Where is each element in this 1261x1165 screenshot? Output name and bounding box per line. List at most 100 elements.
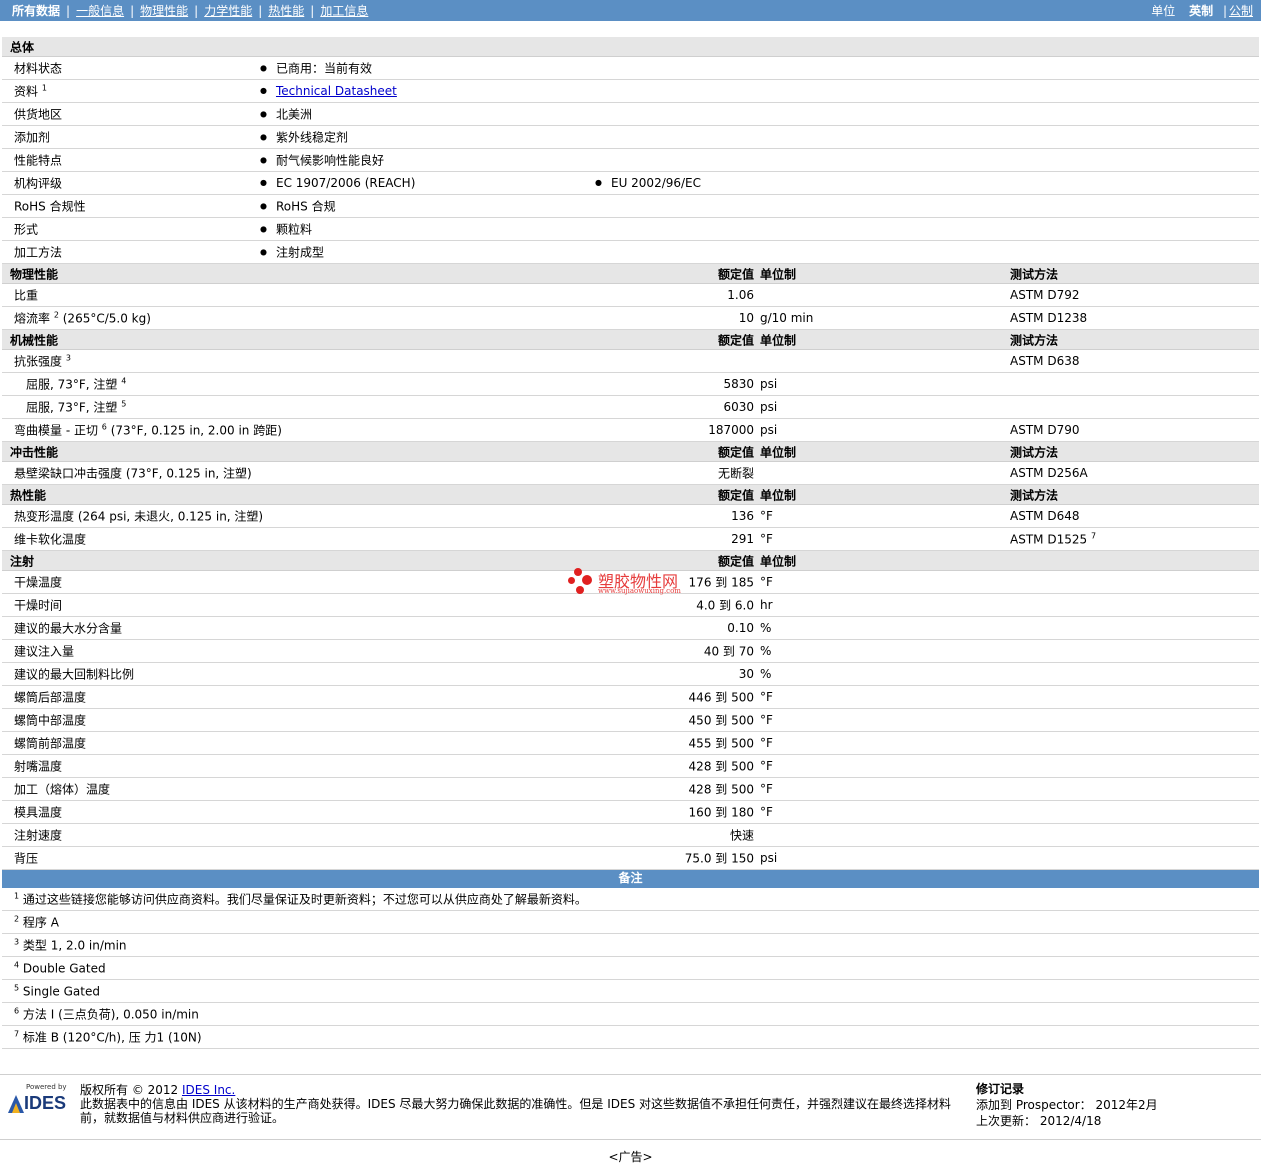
property-row: 射嘴温度 428 到 500 °F xyxy=(2,755,1259,778)
property-label: 射嘴温度 xyxy=(14,758,62,775)
section-title: 机械性能 xyxy=(10,333,59,347)
property-row: 热变形温度 (264 psi, 未退火, 0.125 in, 注塑) 136 °F A… xyxy=(2,505,1259,528)
test-method: ASTM D790 xyxy=(1010,423,1079,437)
copyright-text: 版权所有 © 2012 xyxy=(80,1083,182,1097)
general-row: 供货地区 北美洲 xyxy=(2,103,1259,126)
note-row: 3 类型 1, 2.0 in/min xyxy=(2,934,1259,957)
note-content: 通过这些链接您能够访问供应商资料。我们尽量保证及时更新资料；不过您可以从供应商处… xyxy=(22,892,587,907)
header-unit: 单位制 xyxy=(760,267,797,281)
property-label-text: 模具温度 xyxy=(14,805,63,820)
section-header: 热性能 额定值 单位制 测试方法 xyxy=(2,485,1259,505)
property-label-text: 性能特点 xyxy=(14,153,63,168)
ides-inc-link[interactable]: IDES Inc. xyxy=(182,1083,235,1097)
header-value: 额定值 xyxy=(717,267,754,281)
property-label: 加工方法 xyxy=(14,244,62,261)
test-method-text: ASTM D792 xyxy=(1010,288,1080,302)
property-condition: (73°F, 0.125 in, 2.00 in 跨距) xyxy=(106,423,282,438)
header-test-method: 测试方法 xyxy=(1010,445,1059,459)
section-tabs: 所有数据 | 一般信息 | 物理性能 | 力学性能 | 热性能 | 加工信息 xyxy=(12,2,368,19)
property-row: 螺筒前部温度 455 到 500 °F xyxy=(2,732,1259,755)
datasheet-table: 总体材料状态 已商用：当前有效资料 1 Technical Datasheet 供货地… xyxy=(2,37,1259,1049)
test-method-text: ASTM D256A xyxy=(1010,466,1088,480)
general-row: 形式 颗粒料 xyxy=(2,218,1259,241)
tab-separator: | xyxy=(130,4,135,18)
header-value: 额定值 xyxy=(717,445,754,459)
property-condition: (264 psi, 未退火, 0.125 in, 注塑) xyxy=(74,509,264,524)
tab-4[interactable]: 热性能 xyxy=(268,4,304,18)
bullet-item: EU 2002/96/EC xyxy=(595,176,701,190)
property-label-text: 维卡软化温度 xyxy=(14,532,87,547)
property-value: 455 到 500 xyxy=(688,736,754,751)
general-row: RoHS 合规性 RoHS 合规 xyxy=(2,195,1259,218)
property-value: 10 xyxy=(738,311,754,325)
bullet-item: 北美洲 xyxy=(260,106,312,123)
section-title: 注射 xyxy=(10,554,35,568)
property-label-text: 形式 xyxy=(14,222,39,237)
property-label-text: RoHS 合规性 xyxy=(14,199,86,214)
property-label: 悬壁梁缺口冲击强度 (73°F, 0.125 in, 注塑) xyxy=(14,465,252,482)
bullet-item: EC 1907/2006 (REACH) xyxy=(260,176,415,190)
note-number: 4 xyxy=(14,960,20,970)
footnote-ref: 3 xyxy=(65,353,71,363)
note-number: 1 xyxy=(14,891,20,901)
test-method: ASTM D648 xyxy=(1010,509,1079,523)
test-method: ASTM D1238 xyxy=(1010,311,1087,325)
bullet-item: 耐气候影响性能良好 xyxy=(260,152,384,169)
property-unit: % xyxy=(760,621,772,635)
note-content: 标准 B (120°C/h), 压 力1 (10N) xyxy=(22,1030,202,1045)
note-number: 3 xyxy=(14,937,20,947)
property-label-text: 屈服, 73°F, 注塑 xyxy=(26,377,118,392)
property-label: 建议注入量 xyxy=(14,643,74,660)
tab-1[interactable]: 一般信息 xyxy=(76,4,124,18)
property-label-text: 悬壁梁缺口冲击强度 xyxy=(14,466,123,481)
note-row: 2 程序 A xyxy=(2,911,1259,934)
tab-separator: | xyxy=(258,4,263,18)
property-condition: (265°C/5.0 kg) xyxy=(58,311,151,326)
property-label: 模具温度 xyxy=(14,804,62,821)
property-row: 建议的最大水分含量 0.10% xyxy=(2,617,1259,640)
property-label-text: 比重 xyxy=(14,288,39,303)
property-value: 1.06 xyxy=(727,288,754,302)
property-value: 187000 xyxy=(708,423,754,437)
property-label: 背压 xyxy=(14,850,38,867)
note-text: 5 Single Gated xyxy=(14,984,100,999)
note-text: 2 程序 A xyxy=(14,914,59,931)
section-header-general: 总体 xyxy=(2,37,1259,57)
property-label: 建议的最大水分含量 xyxy=(14,620,122,637)
tab-separator: | xyxy=(310,4,315,18)
note-number: 6 xyxy=(14,1006,20,1016)
property-row: 螺筒中部温度 450 到 500 °F xyxy=(2,709,1259,732)
property-label-text: 螺筒前部温度 xyxy=(14,736,87,751)
revision-added: 添加到 Prospector： 2012年2月 xyxy=(976,1098,1158,1112)
note-row: 7 标准 B (120°C/h), 压 力1 (10N) xyxy=(2,1026,1259,1049)
property-label-text: 熔流率 xyxy=(14,311,51,326)
property-label-text: 螺筒中部温度 xyxy=(14,713,87,728)
property-unit: psi xyxy=(760,377,778,391)
logo-ides-text: IDES xyxy=(24,1093,67,1113)
note-text: 1 通过这些链接您能够访问供应商资料。我们尽量保证及时更新资料；不过您可以从供应… xyxy=(14,891,587,908)
property-label-text: 加工（熔体）温度 xyxy=(14,782,111,797)
units-imperial[interactable]: 英制 xyxy=(1189,4,1213,18)
test-method: ASTM D256A xyxy=(1010,466,1088,480)
property-row: 模具温度 160 到 180 °F xyxy=(2,801,1259,824)
technical-datasheet-link[interactable]: Technical Datasheet xyxy=(276,84,397,98)
property-label-text: 弯曲模量 - 正切 xyxy=(14,423,98,438)
tab-3[interactable]: 力学性能 xyxy=(204,4,252,18)
revision-history: 修订记录 添加到 Prospector： 2012年2月 上次更新： 2012/… xyxy=(976,1081,1158,1129)
note-content: 程序 A xyxy=(22,915,59,930)
property-unit: % xyxy=(760,644,772,658)
property-label-text: 射嘴温度 xyxy=(14,759,63,774)
property-label-text: 背压 xyxy=(14,851,39,866)
tab-2[interactable]: 物理性能 xyxy=(140,4,188,18)
property-unit: °F xyxy=(760,713,773,727)
property-label: 机构评级 xyxy=(14,175,62,192)
test-method: ASTM D792 xyxy=(1010,288,1079,302)
tab-5[interactable]: 加工信息 xyxy=(320,4,368,18)
property-label: 干燥温度 xyxy=(14,574,62,591)
footnote-ref: 5 xyxy=(121,399,127,409)
units-metric-link[interactable]: 公制 xyxy=(1229,4,1253,18)
property-label-text: 螺筒后部温度 xyxy=(14,690,87,705)
property-row: 抗张强度 3 ASTM D638 xyxy=(2,350,1259,373)
bullet-item: 注射成型 xyxy=(260,244,324,261)
tab-0[interactable]: 所有数据 xyxy=(12,4,60,18)
